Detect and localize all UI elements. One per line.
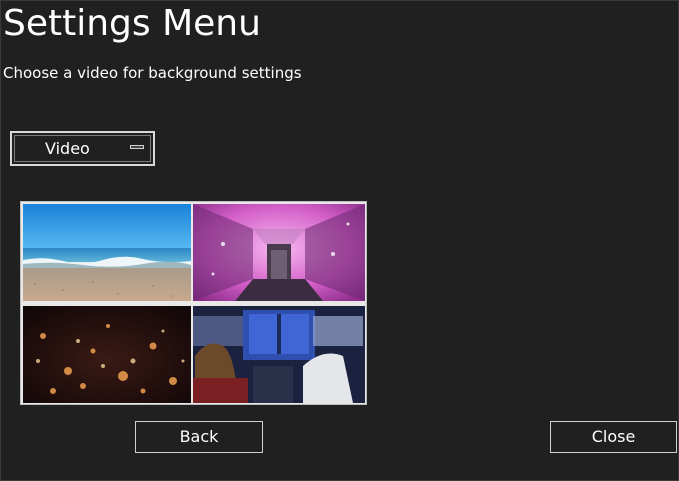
beach-thumbnail[interactable] bbox=[23, 204, 191, 301]
dropdown-indicator-icon bbox=[130, 145, 144, 149]
page-subtitle: Choose a video for background settings bbox=[3, 64, 302, 82]
video-thumbnail-grid bbox=[20, 201, 367, 405]
pink-spaceship-corridor-thumbnail[interactable] bbox=[193, 204, 365, 301]
cockpit-thumbnail[interactable] bbox=[193, 306, 365, 403]
page-title: Settings Menu bbox=[3, 3, 261, 44]
bokeh-lights-thumbnail[interactable] bbox=[23, 306, 191, 403]
background-type-dropdown[interactable]: Video bbox=[10, 131, 155, 166]
back-button[interactable]: Back bbox=[135, 421, 263, 453]
dropdown-selected-value: Video bbox=[45, 139, 90, 158]
close-button[interactable]: Close bbox=[550, 421, 677, 453]
